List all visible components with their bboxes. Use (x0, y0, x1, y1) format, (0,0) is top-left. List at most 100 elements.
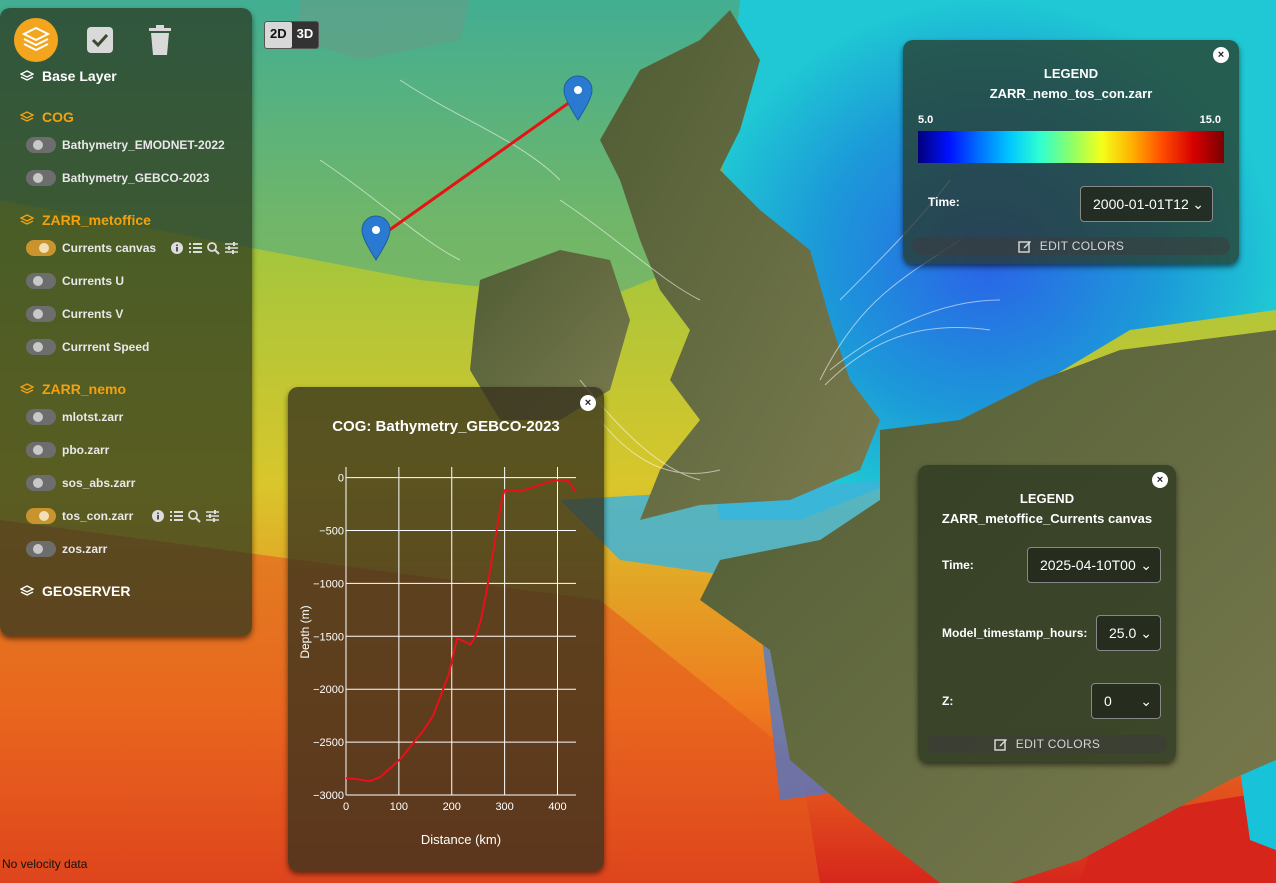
stack-icon (20, 70, 34, 81)
layer-label: Currrent Speed (62, 340, 150, 354)
layer-item: Currents canvas (26, 238, 238, 258)
layer-toggle[interactable] (26, 339, 56, 355)
edit-colors-button[interactable]: EDIT COLORS (912, 237, 1230, 255)
layer-toggle[interactable] (26, 273, 56, 289)
layer-label: Currents V (62, 307, 124, 321)
layers-button[interactable] (14, 18, 58, 62)
y-tick-label: −2000 (313, 684, 344, 696)
layer-label: tos_con.zarr (62, 509, 134, 523)
layer-label: Currents canvas (62, 241, 157, 255)
view-2d-button[interactable]: 2D (265, 22, 292, 48)
edit-icon (1018, 241, 1031, 253)
layer-toggle[interactable] (26, 508, 56, 524)
time-value: 2025-04-10T00 (1040, 557, 1136, 573)
zoom-icon[interactable] (206, 241, 220, 255)
y-tick-label: −1500 (313, 631, 344, 643)
time-value: 2000-01-01T12 (1093, 196, 1189, 212)
view-mode-toggle: 2D 3D (264, 21, 320, 49)
x-tick-label: 400 (548, 801, 566, 813)
layer-label: mlotst.zarr (62, 410, 124, 424)
x-tick-label: 300 (495, 801, 513, 813)
select-all-button[interactable] (78, 18, 122, 62)
legend-heading: LEGEND (1043, 66, 1099, 81)
edit-colors-label: EDIT COLORS (1015, 737, 1101, 751)
layer-panel: Base Layer COG Bathymetry_EMODNET-2022 B… (0, 8, 252, 636)
edit-colors-button[interactable]: EDIT COLORS (927, 735, 1167, 753)
time-label: Time: (942, 558, 974, 572)
model-timestamp-value: 25.0 (1109, 625, 1137, 641)
layer-item: mlotst.zarr (26, 407, 123, 427)
info-icon[interactable] (151, 509, 165, 523)
time-select[interactable]: 2000-01-01T12 ⌄ (1080, 186, 1213, 222)
stack-icon (20, 214, 34, 225)
group-label: GEOSERVER (42, 583, 131, 599)
close-icon[interactable]: × (1152, 472, 1168, 488)
series-line (345, 478, 577, 783)
x-axis-label: Distance (km) (421, 832, 501, 847)
group-base-layer[interactable]: Base Layer (20, 68, 117, 84)
layer-toggle[interactable] (26, 541, 56, 557)
close-icon[interactable]: × (1213, 47, 1229, 63)
group-label: Base Layer (42, 68, 117, 84)
y-tick-label: −3000 (313, 790, 344, 802)
group-label: ZARR_nemo (42, 381, 127, 397)
settings-sliders-icon[interactable] (224, 241, 238, 255)
layer-toggle[interactable] (26, 170, 56, 186)
legend-heading: LEGEND (1019, 491, 1075, 506)
layer-toggle[interactable] (26, 409, 56, 425)
layer-toggle[interactable] (26, 475, 56, 491)
view-3d-button[interactable]: 3D (292, 22, 319, 48)
delete-button[interactable] (138, 18, 182, 62)
layers-icon (14, 18, 58, 62)
y-tick-label: −2500 (313, 737, 344, 749)
status-text: No velocity data (2, 857, 88, 871)
y-tick-label: 0 (338, 473, 344, 485)
colorbar-min: 5.0 (918, 114, 934, 126)
layer-toggle[interactable] (26, 306, 56, 322)
chevron-down-icon: ⌄ (1192, 195, 1204, 212)
profile-chart-panel: × COG: Bathymetry_GEBCO-2023 0 100 200 300 4… (288, 387, 604, 871)
colorbar (918, 131, 1224, 163)
time-select[interactable]: 2025-04-10T00 ⌄ (1027, 547, 1161, 583)
time-label: Time: (928, 195, 960, 209)
legend-layer-name: ZARR_nemo_tos_con.zarr (989, 86, 1153, 101)
z-value: 0 (1104, 693, 1112, 709)
y-tick-label: −500 (319, 525, 344, 537)
model-timestamp-select[interactable]: 25.0 ⌄ (1096, 615, 1161, 651)
layer-item: Currents V (26, 304, 123, 324)
list-icon[interactable] (188, 241, 202, 255)
layer-label: zos.zarr (62, 542, 108, 556)
group-geoserver[interactable]: GEOSERVER (20, 583, 130, 599)
layer-toggle[interactable] (26, 442, 56, 458)
x-tick-label: 200 (443, 801, 461, 813)
group-zarr-metoffice[interactable]: ZARR_metoffice (20, 212, 151, 228)
bathymetry-profile-chart: COG: Bathymetry_GEBCO-2023 0 100 200 300 400… (298, 418, 577, 847)
stack-icon (20, 111, 34, 122)
group-zarr-nemo[interactable]: ZARR_nemo (20, 381, 126, 397)
zoom-icon[interactable] (187, 509, 201, 523)
y-axis-label: Depth (m) (298, 605, 312, 658)
layer-item: Currrent Speed (26, 337, 149, 357)
chevron-down-icon: ⌄ (1140, 624, 1152, 641)
layer-label: Bathymetry_GEBCO-2023 (62, 171, 210, 185)
layer-item: Bathymetry_GEBCO-2023 (26, 168, 209, 188)
layer-label: sos_abs.zarr (62, 476, 136, 490)
z-select[interactable]: 0 ⌄ (1091, 683, 1161, 719)
group-label: ZARR_metoffice (42, 212, 151, 228)
layer-toggle[interactable] (26, 137, 56, 153)
layer-label: Currents U (62, 274, 125, 288)
colorbar-max: 15.0 (1199, 114, 1221, 126)
trash-icon (149, 25, 171, 55)
chevron-down-icon: ⌄ (1140, 556, 1152, 573)
legend-currents-panel: × LEGEND ZARR_metoffice_Currents canvas … (918, 465, 1176, 762)
list-icon[interactable] (169, 509, 183, 523)
layer-toggle[interactable] (26, 240, 56, 256)
settings-sliders-icon[interactable] (205, 509, 219, 523)
stack-icon (20, 383, 34, 394)
info-icon[interactable] (170, 241, 184, 255)
x-tick-label: 100 (390, 801, 408, 813)
layer-item: pbo.zarr (26, 440, 109, 460)
group-cog[interactable]: COG (20, 109, 74, 125)
check-icon (87, 27, 113, 53)
layer-item: sos_abs.zarr (26, 473, 135, 493)
